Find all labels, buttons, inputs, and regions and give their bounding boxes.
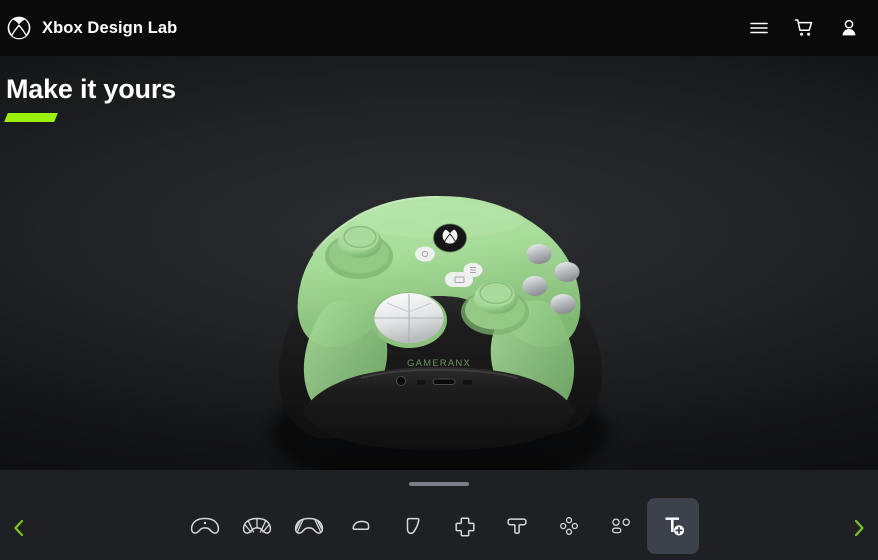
chevron-right-icon xyxy=(854,519,864,537)
drag-handle[interactable] xyxy=(409,482,469,486)
hamburger-menu-icon[interactable] xyxy=(746,15,772,41)
site-header: Xbox Design Lab xyxy=(0,0,878,56)
tool-rail xyxy=(179,498,699,554)
controller-body-icon xyxy=(190,517,220,534)
add-engraving-icon xyxy=(665,517,685,536)
thumbstick-icon xyxy=(507,518,527,534)
trigger-icon xyxy=(406,517,420,535)
controller-render[interactable]: GAMERANX xyxy=(249,160,629,470)
brand-title: Xbox Design Lab xyxy=(42,18,178,37)
brand[interactable]: Xbox Design Lab xyxy=(6,15,177,41)
dpad-icon xyxy=(455,517,475,537)
bumper-icon xyxy=(352,520,370,531)
view-menu-buttons-icon xyxy=(611,518,630,534)
xbox-design-lab-page: Xbox Design Lab Make it yours GAMERANX xyxy=(0,0,878,560)
next-step-button[interactable] xyxy=(840,505,878,551)
tool-add-engraving[interactable] xyxy=(647,498,699,554)
tool-triggers[interactable] xyxy=(387,498,439,554)
tool-dpad[interactable] xyxy=(439,498,491,554)
tool-view-menu-buttons[interactable] xyxy=(595,498,647,554)
abxy-buttons-icon xyxy=(560,517,578,535)
tool-abxy-buttons[interactable] xyxy=(543,498,595,554)
header-actions xyxy=(746,15,862,41)
controller-viewer[interactable]: GAMERANX xyxy=(0,56,878,470)
chevron-left-icon xyxy=(14,519,24,537)
controller-grips-icon xyxy=(294,517,324,534)
tool-controller-grips[interactable] xyxy=(283,498,335,554)
tool-bumpers[interactable] xyxy=(335,498,387,554)
xbox-logo-icon xyxy=(6,15,32,41)
controller-back-icon xyxy=(242,517,272,534)
tool-controller-body[interactable] xyxy=(179,498,231,554)
account-person-icon[interactable] xyxy=(836,15,862,41)
tool-controller-back[interactable] xyxy=(231,498,283,554)
hero-section: Make it yours GAMERANX xyxy=(0,56,878,470)
prev-step-button[interactable] xyxy=(0,505,38,551)
tool-thumbsticks[interactable] xyxy=(491,498,543,554)
shopping-cart-icon[interactable] xyxy=(791,15,817,41)
